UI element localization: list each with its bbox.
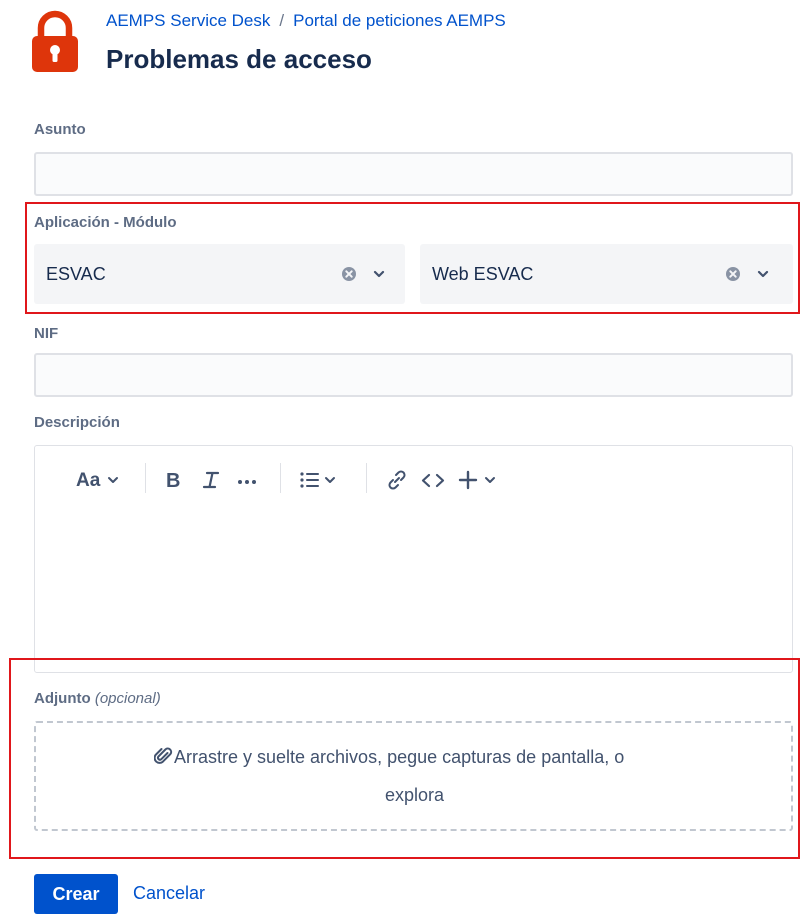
chevron-down-icon[interactable] — [371, 266, 387, 282]
paperclip-icon — [153, 747, 173, 764]
adjunto-label-text: Adjunto — [34, 690, 91, 707]
clear-icon[interactable] — [725, 266, 741, 282]
text-style-button[interactable]: Aa — [76, 468, 124, 492]
lock-icon — [32, 10, 78, 72]
browse-link[interactable]: explora — [385, 785, 444, 806]
breadcrumb: AEMPS Service Desk / Portal de peticiones … — [106, 11, 506, 31]
asunto-input[interactable] — [34, 152, 793, 196]
list-button[interactable] — [299, 468, 345, 492]
bold-icon: B — [166, 470, 180, 492]
nif-input[interactable] — [34, 353, 793, 397]
attachment-dropzone[interactable] — [34, 721, 793, 831]
code-button[interactable] — [420, 468, 446, 492]
bullet-list-icon — [300, 472, 335, 488]
breadcrumb-link-service-desk[interactable]: AEMPS Service Desk — [106, 11, 270, 30]
more-formatting-button[interactable] — [236, 468, 258, 492]
aplicacion-label: Aplicación - Módulo — [34, 214, 177, 231]
cancel-button[interactable]: Cancelar — [133, 883, 205, 904]
toolbar-divider — [280, 463, 281, 493]
create-button[interactable]: Crear — [34, 874, 118, 914]
page-title: Problemas de acceso — [106, 44, 372, 74]
descripcion-editor[interactable] — [34, 445, 793, 673]
clear-icon[interactable] — [341, 266, 357, 282]
italic-button[interactable] — [200, 468, 222, 492]
bold-button[interactable]: B — [164, 468, 186, 492]
application-select-value: ESVAC — [46, 263, 106, 284]
adjunto-label: Adjunto (opcional) — [34, 690, 161, 707]
more-icon — [238, 480, 256, 484]
descripcion-label: Descripción — [34, 414, 120, 431]
application-select[interactable]: ESVAC — [34, 244, 405, 304]
toolbar-divider — [145, 463, 146, 493]
link-icon — [388, 470, 406, 490]
module-select-value: Web ESVAC — [432, 263, 534, 284]
plus-icon — [458, 470, 495, 490]
dropzone-text-row: Arrastre y suelte archivos, pegue captur… — [153, 746, 625, 768]
link-button[interactable] — [385, 468, 409, 492]
dropzone-instructions: Arrastre y suelte archivos, pegue captur… — [174, 747, 625, 767]
breadcrumb-separator: / — [279, 11, 285, 30]
toolbar-divider — [366, 463, 367, 493]
nif-label: NIF — [34, 325, 59, 342]
svg-text:B: B — [166, 470, 180, 492]
code-icon — [421, 473, 445, 488]
asunto-label: Asunto — [34, 121, 86, 138]
breadcrumb-link-portal[interactable]: Portal de peticiones AEMPS — [293, 11, 506, 30]
italic-icon — [202, 471, 220, 489]
module-select[interactable]: Web ESVAC — [420, 244, 793, 304]
chevron-down-icon[interactable] — [755, 266, 771, 282]
svg-text:Aa: Aa — [76, 470, 101, 491]
insert-button[interactable] — [458, 468, 502, 492]
text-style-icon: Aa — [76, 470, 118, 491]
optional-tag: (opcional) — [94, 690, 161, 707]
